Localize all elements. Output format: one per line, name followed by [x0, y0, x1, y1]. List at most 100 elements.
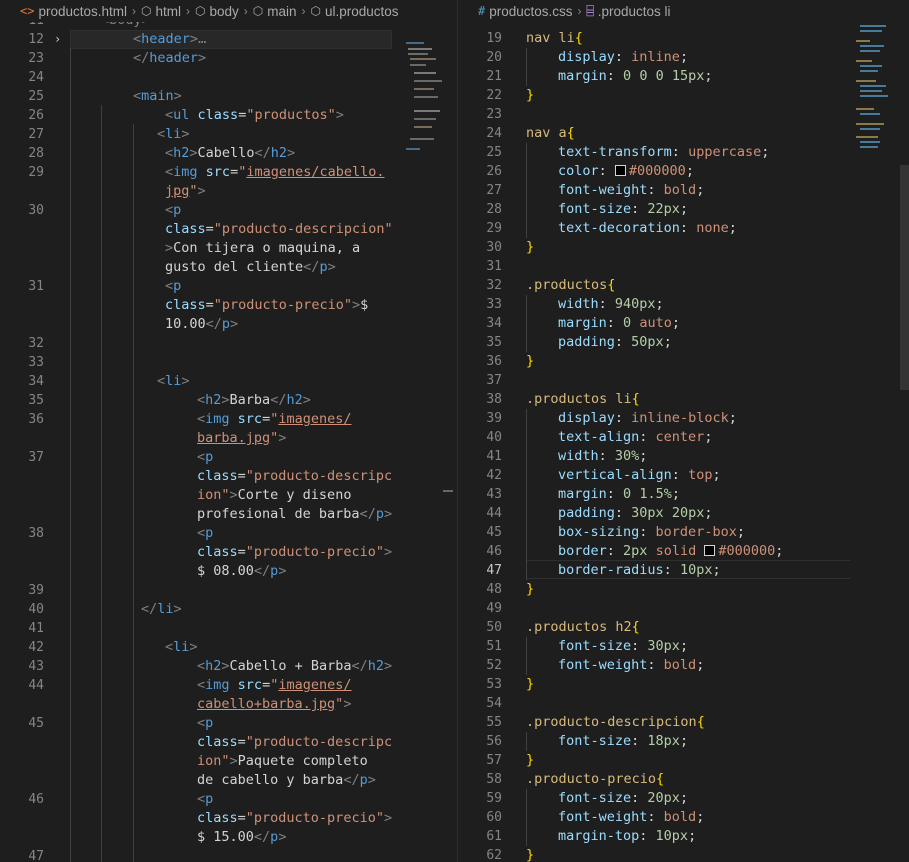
- line-number: 53: [486, 677, 502, 692]
- line-number: 44: [486, 506, 502, 521]
- chevron-right-icon: ›: [243, 4, 248, 18]
- line-number: 37: [28, 450, 44, 465]
- line-number: 35: [486, 335, 502, 350]
- code-line: }: [526, 353, 535, 369]
- line-number: 48: [486, 582, 502, 597]
- code-line: border: 2px solid #000000;: [558, 543, 784, 559]
- code-area[interactable]: 19 nav li{20 display: inline; 21 margin: 0 0…: [458, 0, 909, 862]
- line-number: 37: [486, 373, 502, 388]
- code-line: <img src="imagenes/: [197, 677, 352, 693]
- code-line: margin: 0 0 0 15px;: [558, 68, 713, 84]
- indent-guide: [526, 789, 527, 846]
- line-number: 30: [28, 203, 44, 218]
- line-number: 44: [28, 678, 44, 693]
- line-number: 40: [28, 602, 44, 617]
- line-number: 21: [486, 69, 502, 84]
- element-cube-icon: ⬡: [310, 4, 321, 18]
- scrollbar-thumb[interactable]: [900, 165, 909, 390]
- line-number: 27: [486, 183, 502, 198]
- line-number: 27: [28, 127, 44, 142]
- code-line: text-transform: uppercase;: [558, 144, 770, 160]
- code-line: font-size: 30px;: [558, 638, 689, 654]
- breadcrumb-item-file[interactable]: <> productos.html: [20, 4, 127, 19]
- line-number: 34: [28, 374, 44, 389]
- code-line: font-size: 18px;: [558, 733, 689, 749]
- scrollbar-thumb[interactable]: [443, 490, 453, 492]
- code-line: <p: [197, 449, 214, 465]
- line-number: 26: [28, 108, 44, 123]
- breadcrumb: <> productos.html › ⬡ html › ⬡ body › ⬡ main…: [0, 0, 457, 22]
- code-line: vertical-align: top;: [558, 467, 721, 483]
- color-swatch-icon[interactable]: [614, 165, 626, 176]
- line-number: 43: [28, 659, 44, 674]
- line-number: 32: [28, 336, 44, 351]
- code-line: cabello+barba.jpg">: [197, 696, 352, 712]
- css-symbol-icon: ⌸: [586, 4, 594, 18]
- line-number: 24: [486, 126, 502, 141]
- line-number: 61: [486, 829, 502, 844]
- line-number: 38: [28, 526, 44, 541]
- breadcrumb-item-ul[interactable]: ⬡ ul.productos: [311, 4, 399, 19]
- code-line: class="producto-descripc: [197, 468, 393, 484]
- code-line: .producto-precio{: [526, 771, 665, 787]
- indent-guide: [70, 48, 71, 862]
- color-swatch-icon[interactable]: [704, 545, 716, 556]
- code-line: }: [526, 239, 535, 255]
- fold-chevron-icon[interactable]: ›: [54, 30, 61, 49]
- code-line: <p: [165, 278, 182, 294]
- line-number: 46: [486, 544, 502, 559]
- minimap[interactable]: [400, 20, 446, 160]
- line-number: 60: [486, 810, 502, 825]
- line-number: 41: [28, 621, 44, 636]
- code-line: width: 30%;: [558, 448, 648, 464]
- line-number: 31: [28, 279, 44, 294]
- css-hash-icon: #: [478, 4, 486, 18]
- code-line: nav a{: [526, 125, 575, 141]
- indent-guide: [526, 143, 527, 238]
- code-line: width: 940px;: [558, 296, 664, 312]
- code-line: padding: 30px 20px;: [558, 505, 713, 521]
- line-number: 42: [28, 640, 44, 655]
- code-line: <h2>Cabello</h2>: [165, 145, 296, 161]
- line-number: 28: [28, 146, 44, 161]
- code-line: <img src="imagenes/cabello.: [165, 164, 385, 180]
- indent-guide: [526, 732, 527, 751]
- code-line: nav li{: [526, 30, 583, 46]
- breadcrumb-item-main[interactable]: ⬡ main: [253, 4, 297, 19]
- line-number: 52: [486, 658, 502, 673]
- code-line: }: [526, 847, 535, 862]
- indent-guide: [526, 637, 527, 675]
- line-number: 25: [28, 89, 44, 104]
- breadcrumb-item-body[interactable]: ⬡ body: [195, 4, 239, 19]
- line-number: 45: [486, 525, 502, 540]
- element-cube-icon: ⬡: [195, 4, 206, 18]
- code-line: jpg">: [165, 183, 206, 199]
- line-number: 55: [486, 715, 502, 730]
- line-number: 20: [486, 50, 502, 65]
- code-line: <li>: [165, 639, 198, 655]
- line-number: 40: [486, 430, 502, 445]
- breadcrumb: # productos.css › ⌸ .productos li: [458, 0, 909, 22]
- line-number: 33: [486, 297, 502, 312]
- breadcrumb-item-selector[interactable]: ⌸ .productos li: [587, 4, 671, 19]
- line-number: 26: [486, 164, 502, 179]
- line-number: 62: [486, 848, 502, 862]
- code-line: ion">Corte y diseno: [197, 487, 352, 503]
- code-line: <li>: [157, 373, 190, 389]
- line-number: 56: [486, 734, 502, 749]
- code-line: }: [526, 87, 535, 103]
- code-line: color: #000000;: [558, 163, 694, 179]
- minimap[interactable]: [856, 20, 902, 160]
- css-editor-pane[interactable]: # productos.css › ⌸ .productos li 19 nav li…: [457, 0, 909, 862]
- line-number: 35: [28, 393, 44, 408]
- code-line: display: inline;: [558, 49, 689, 65]
- breadcrumb-item-file[interactable]: # productos.css: [478, 4, 573, 19]
- indent-guide: [133, 124, 134, 862]
- code-line: <img src="imagenes/: [197, 411, 352, 427]
- html-editor-pane[interactable]: <> productos.html › ⬡ html › ⬡ body › ⬡ main…: [0, 0, 457, 862]
- breadcrumb-item-html[interactable]: ⬡ html: [141, 4, 181, 19]
- line-number: 42: [486, 468, 502, 483]
- line-number: 23: [28, 51, 44, 66]
- code-area[interactable]: 11 12 › 23 24 25 26 27 28 29 30 31 32 33…: [0, 0, 457, 862]
- code-line: text-align: center;: [558, 429, 713, 445]
